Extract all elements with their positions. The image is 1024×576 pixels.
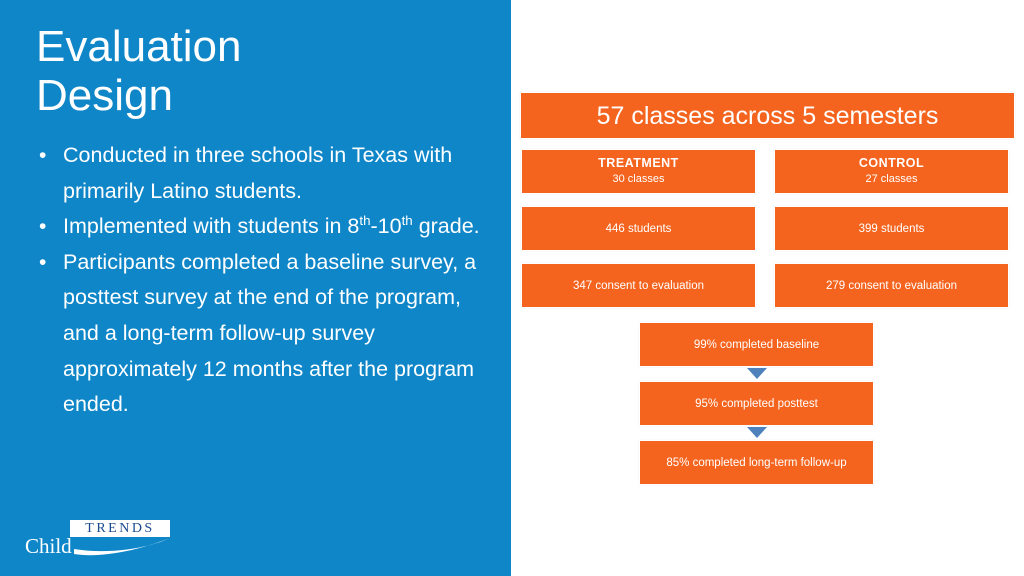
control-title: CONTROL [858,156,925,170]
bullet-list: • Conducted in three schools in Texas wi… [34,138,484,423]
logo-child-word: Child [25,534,72,558]
control-students-box: 399 students [774,206,1009,251]
bullet-text-3: Participants completed a baseline survey… [63,249,477,417]
child-trends-logo: TRENDS Child [22,520,172,564]
treatment-students-box: 446 students [521,206,756,251]
treatment-classes: 30 classes [612,173,665,185]
arrow-down-icon-1 [747,368,767,379]
bullet-marker-icon: • [39,250,47,274]
control-header-box: CONTROL 27 classes [774,149,1009,194]
bullet-text-2: Implemented with students in 8th-10th gr… [63,213,480,239]
bullet-marker-icon: • [39,215,47,239]
posttest-completion-box: 95% completed posttest [639,381,874,426]
diagram-header-box: 57 classes across 5 semesters [520,92,1015,139]
control-consent-box: 279 consent to evaluation [774,263,1009,308]
list-item: • Participants completed a baseline surv… [34,245,484,423]
treatment-header-box: TREATMENT 30 classes [521,149,756,194]
followup-completion-box: 85% completed long-term follow-up [639,440,874,485]
treatment-consent-box: 347 consent to evaluation [521,263,756,308]
control-classes: 27 classes [865,173,918,185]
list-item: • Implemented with students in 8th-10th … [34,209,484,245]
bullet-marker-icon: • [39,144,47,167]
title-line-1: Evaluation [36,22,242,71]
swoosh-icon [74,538,170,556]
page-title: Evaluation Design [36,22,476,121]
logo-trends-word: TRENDS [70,520,170,537]
title-line-2: Design [36,71,173,121]
arrow-down-icon-2 [747,427,767,438]
baseline-completion-box: 99% completed baseline [639,322,874,367]
left-blue-panel: Evaluation Design • Conducted in three s… [0,0,511,576]
slide: Evaluation Design • Conducted in three s… [0,0,1024,576]
treatment-title: TREATMENT [598,156,679,170]
list-item: • Conducted in three schools in Texas wi… [34,138,484,209]
bullet-text-1: Conducted in three schools in Texas with… [63,143,453,203]
evaluation-flow-diagram: 57 classes across 5 semesters TREATMENT … [511,0,1024,576]
